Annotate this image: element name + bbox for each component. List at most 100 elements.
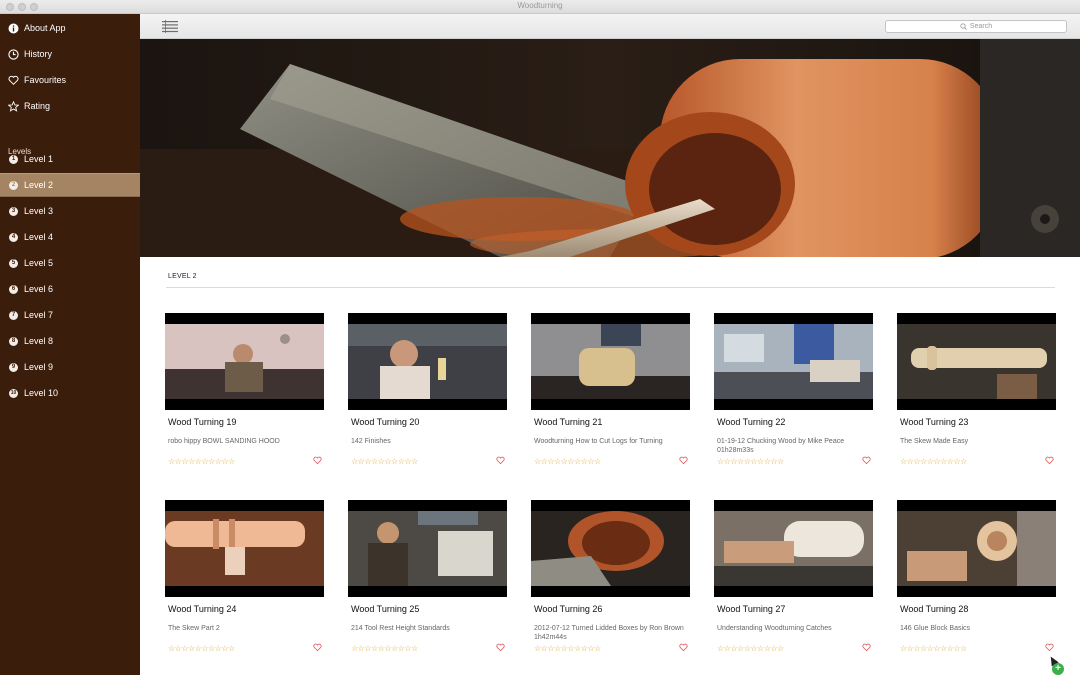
favourite-heart-icon[interactable] (313, 456, 322, 465)
level-number-icon: 3 (9, 206, 18, 216)
sidebar-item-label: Level 5 (24, 258, 54, 268)
sidebar-item-label: History (24, 49, 53, 59)
star-rating[interactable]: ☆☆☆☆☆☆☆☆☆☆ (900, 645, 967, 653)
level-number-icon: 4 (9, 232, 18, 242)
level-number-icon: 6 (9, 284, 18, 294)
app-window: Woodturning About App History Favourites… (0, 0, 1080, 675)
video-thumbnail[interactable] (531, 500, 690, 597)
star-icon (8, 100, 19, 112)
video-thumbnail[interactable] (348, 313, 507, 410)
sidebar-item-level-2[interactable]: 2 Level 2 (0, 173, 140, 197)
level-number-icon: 7 (9, 310, 18, 320)
video-thumbnail[interactable] (714, 500, 873, 597)
sidebar-item-label: Rating (24, 101, 51, 111)
sidebar-item-level-8[interactable]: 8 Level 8 (0, 329, 140, 353)
star-rating[interactable]: ☆☆☆☆☆☆☆☆☆☆ (534, 458, 601, 466)
star-rating[interactable]: ☆☆☆☆☆☆☆☆☆☆ (168, 645, 235, 653)
star-rating[interactable]: ☆☆☆☆☆☆☆☆☆☆ (351, 645, 418, 653)
sidebar-item-label: About App (24, 23, 66, 33)
sidebar-item-level-4[interactable]: 4 Level 4 (0, 225, 140, 249)
video-thumbnail[interactable] (348, 500, 507, 597)
star-rating[interactable]: ☆☆☆☆☆☆☆☆☆☆ (717, 458, 784, 466)
search-placeholder: Search (969, 23, 993, 30)
video-subtitle: Understanding Woodturning Catches (717, 625, 832, 632)
video-subtitle: 146 Glue Block Basics (900, 625, 971, 632)
video-subtitle: 142 Finishes (351, 438, 391, 445)
video-title: Wood Turning 27 (717, 604, 786, 614)
search-icon (960, 23, 967, 30)
favourite-heart-icon[interactable] (862, 643, 871, 652)
sidebar-item-label: Level 6 (24, 284, 54, 294)
sidebar-item-level-6[interactable]: 6 Level 6 (0, 277, 140, 301)
level-number-icon: 1 (9, 154, 18, 164)
star-rating[interactable]: ☆☆☆☆☆☆☆☆☆☆ (168, 458, 235, 466)
video-title: Wood Turning 23 (900, 417, 969, 427)
level-number-icon: 8 (9, 336, 18, 346)
sidebar-item-level-9[interactable]: 9 Level 9 (0, 355, 140, 379)
level-section-title: LEVEL 2 (168, 273, 197, 280)
star-rating[interactable]: ☆☆☆☆☆☆☆☆☆☆ (534, 645, 601, 653)
video-title: Wood Turning 26 (534, 604, 603, 614)
heart-icon (8, 75, 19, 86)
video-thumbnail[interactable] (531, 313, 690, 410)
video-card[interactable]: Wood Turning 26 2012-07-12 Turned Lidded… (531, 500, 690, 660)
star-rating[interactable]: ☆☆☆☆☆☆☆☆☆☆ (351, 458, 418, 466)
favourite-heart-icon[interactable] (679, 643, 688, 652)
add-plus-icon[interactable]: + (1052, 663, 1064, 675)
video-card[interactable]: Wood Turning 23 The Skew Made Easy ☆☆☆☆☆… (897, 313, 1056, 473)
video-thumbnail[interactable] (165, 313, 324, 410)
level-number-icon: 9 (9, 362, 18, 372)
video-thumbnail[interactable] (897, 313, 1056, 410)
video-card[interactable]: Wood Turning 22 01-19-12 Chucking Wood b… (714, 313, 873, 473)
star-rating[interactable]: ☆☆☆☆☆☆☆☆☆☆ (717, 645, 784, 653)
sidebar-item-label: Level 10 (24, 388, 59, 398)
video-title: Wood Turning 24 (168, 604, 237, 614)
sidebar-item-level-1[interactable]: 1 Level 1 (0, 147, 140, 171)
video-card[interactable]: Wood Turning 19 robo hippy BOWL SANDING … (165, 313, 324, 473)
favourite-heart-icon[interactable] (496, 643, 505, 652)
sidebar-item-label: Level 4 (24, 232, 54, 242)
video-thumbnail[interactable] (897, 500, 1056, 597)
video-thumbnail[interactable] (714, 313, 873, 410)
video-title: Wood Turning 28 (900, 604, 969, 614)
toolbar: Search (140, 14, 1080, 39)
search-input[interactable]: Search (885, 20, 1067, 33)
sidebar-item-level-5[interactable]: 5 Level 5 (0, 251, 140, 275)
favourite-heart-icon[interactable] (1045, 456, 1054, 465)
sidebar-item-label: Level 2 (24, 180, 54, 190)
favourite-heart-icon[interactable] (313, 643, 322, 652)
video-card[interactable]: Wood Turning 28 146 Glue Block Basics ☆☆… (897, 500, 1056, 660)
video-subtitle: 2012-07-12 Turned Lidded Boxes by Ron Br… (534, 625, 684, 641)
sidebar-item-level-7[interactable]: 7 Level 7 (0, 303, 140, 327)
sidebar-item-history[interactable]: History (0, 42, 140, 66)
sidebar-item-level-3[interactable]: 3 Level 3 (0, 199, 140, 223)
list-view-icon[interactable] (162, 20, 178, 33)
star-rating[interactable]: ☆☆☆☆☆☆☆☆☆☆ (900, 458, 967, 466)
video-subtitle: Woodturning How to Cut Logs for Turning (534, 438, 663, 445)
sidebar-item-rating[interactable]: Rating (0, 94, 140, 118)
video-title: Wood Turning 25 (351, 604, 420, 614)
sidebar-item-about-app[interactable]: About App (0, 16, 140, 40)
sidebar-item-label: Level 1 (24, 154, 54, 164)
video-title: Wood Turning 19 (168, 417, 237, 427)
video-card[interactable]: Wood Turning 24 The Skew Part 2 ☆☆☆☆☆☆☆☆… (165, 500, 324, 660)
video-card[interactable]: Wood Turning 20 142 Finishes ☆☆☆☆☆☆☆☆☆☆ (348, 313, 507, 473)
sidebar-item-label: Level 8 (24, 336, 54, 346)
level-number-icon: 5 (9, 258, 18, 268)
clock-icon (8, 48, 19, 60)
video-thumbnail[interactable] (165, 500, 324, 597)
sidebar-item-level-10[interactable]: 10 Level 10 (0, 381, 140, 405)
sidebar-item-favourites[interactable]: Favourites (0, 68, 140, 92)
sidebar-item-label: Level 3 (24, 206, 54, 216)
video-card[interactable]: Wood Turning 27 Understanding Woodturnin… (714, 500, 873, 660)
favourite-heart-icon[interactable] (496, 456, 505, 465)
video-card[interactable]: Wood Turning 25 214 Tool Rest Height Sta… (348, 500, 507, 660)
favourite-heart-icon[interactable] (1045, 643, 1054, 652)
favourite-heart-icon[interactable] (862, 456, 871, 465)
video-subtitle: The Skew Made Easy (900, 438, 969, 445)
video-subtitle: 214 Tool Rest Height Standards (351, 625, 450, 632)
video-subtitle: robo hippy BOWL SANDING HOOD (168, 438, 280, 445)
favourite-heart-icon[interactable] (679, 456, 688, 465)
info-icon (8, 23, 19, 34)
video-card[interactable]: Wood Turning 21 Woodturning How to Cut L… (531, 313, 690, 473)
